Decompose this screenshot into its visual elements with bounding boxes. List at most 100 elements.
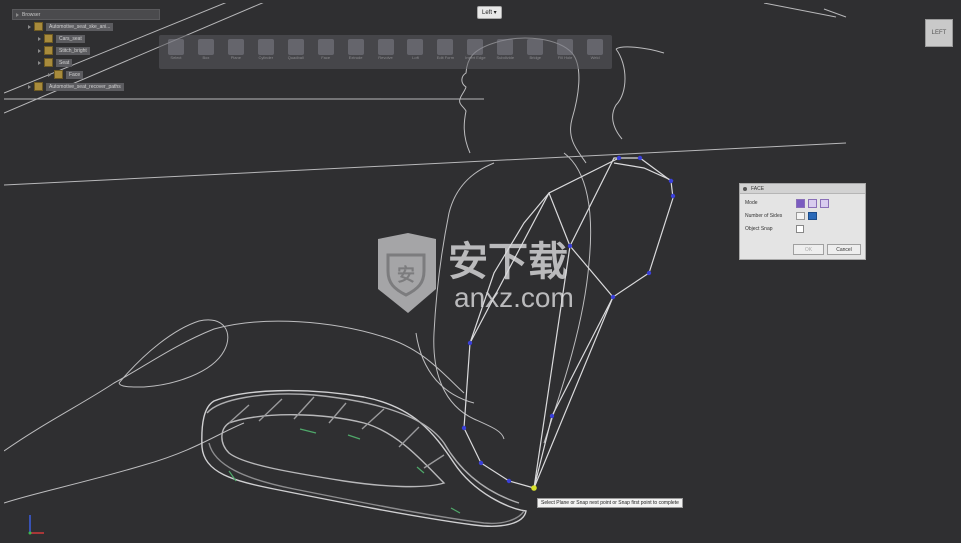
snap-row: Object Snap bbox=[745, 224, 804, 234]
subdivide-icon bbox=[497, 39, 514, 55]
axis-triad bbox=[28, 515, 44, 535]
tool-label: Box bbox=[202, 55, 210, 60]
browser-node[interactable]: Cars_seat bbox=[12, 33, 160, 44]
stitch-line bbox=[450, 507, 461, 514]
tool-quadball-button[interactable]: Quadball bbox=[282, 37, 310, 67]
component-icon bbox=[34, 22, 43, 31]
stitch-line bbox=[299, 428, 317, 434]
viewcube-label: LEFT bbox=[931, 30, 947, 36]
control-point[interactable] bbox=[610, 294, 616, 300]
watermark-en: anxz.com bbox=[454, 282, 574, 313]
weld-icon bbox=[587, 39, 604, 55]
silhouette-thigh bbox=[4, 320, 465, 452]
tool-label: Plane bbox=[230, 55, 241, 60]
tool-bridge-button[interactable]: Bridge bbox=[521, 37, 549, 67]
mode-edge-icon[interactable] bbox=[808, 198, 817, 208]
control-point[interactable] bbox=[670, 193, 676, 199]
tool-label: Quadball bbox=[287, 55, 304, 60]
insert-edge-icon bbox=[467, 39, 484, 55]
expand-icon[interactable] bbox=[38, 36, 41, 41]
face-icon bbox=[317, 39, 334, 55]
mode-label: Mode bbox=[745, 200, 758, 206]
tool-weld-button[interactable]: Weld bbox=[581, 37, 609, 67]
quadball-icon bbox=[287, 39, 304, 55]
four-sides-icon[interactable] bbox=[796, 212, 805, 220]
box-icon bbox=[197, 39, 214, 55]
ok-button[interactable]: OK bbox=[793, 244, 824, 255]
control-point[interactable] bbox=[616, 155, 622, 161]
tool-label: Loft bbox=[412, 55, 419, 60]
tool-label: Fill Hole bbox=[557, 55, 573, 60]
folder-icon bbox=[44, 34, 53, 43]
control-point[interactable] bbox=[637, 155, 643, 161]
tool-select-button[interactable]: Select bbox=[162, 37, 190, 67]
view-dropdown[interactable]: Left ▾ bbox=[477, 6, 502, 19]
folder-icon bbox=[44, 46, 53, 55]
browser-node[interactable]: Automotive_seat_recover_paths bbox=[12, 81, 160, 92]
viewcube[interactable]: LEFT bbox=[925, 19, 953, 47]
object-snap-checkbox[interactable] bbox=[796, 225, 804, 233]
tool-face-button[interactable]: Face bbox=[312, 37, 340, 67]
cushion-rim bbox=[206, 393, 520, 504]
watermark: 安 安下载 anxz.com bbox=[374, 231, 590, 315]
control-point[interactable] bbox=[461, 425, 467, 431]
reference-line bbox=[4, 142, 847, 186]
expand-icon[interactable] bbox=[38, 48, 41, 53]
backrest-outline-front bbox=[463, 157, 674, 489]
tool-label: Cylinder bbox=[258, 55, 274, 60]
browser-node[interactable]: Face bbox=[12, 69, 160, 80]
expand-icon[interactable] bbox=[28, 84, 31, 89]
bridge-icon bbox=[527, 39, 544, 55]
control-point[interactable] bbox=[467, 340, 473, 346]
reference-line bbox=[763, 3, 837, 18]
tool-cylinder-button[interactable]: Cylinder bbox=[252, 37, 280, 67]
folder-icon bbox=[54, 70, 63, 79]
stitch-line bbox=[347, 434, 361, 440]
canvas-viewport[interactable]: 安 安下载 anxz.com Browser Automotive_seat_s… bbox=[4, 3, 957, 540]
control-point[interactable] bbox=[478, 460, 484, 466]
tool-label: Revolve bbox=[378, 55, 393, 60]
tool-edit-form-button[interactable]: Edit Form bbox=[431, 37, 459, 67]
browser-node[interactable]: Stitch_bright bbox=[12, 45, 160, 56]
cushion-inner bbox=[221, 414, 446, 488]
control-point[interactable] bbox=[506, 478, 512, 484]
tool-insert-edge-button[interactable]: Insert Edge bbox=[461, 37, 489, 67]
snap-label: Object Snap bbox=[745, 226, 773, 232]
backrest-frame bbox=[463, 157, 674, 489]
tool-extrude-button[interactable]: Extrude bbox=[342, 37, 370, 67]
cancel-button[interactable]: Cancel bbox=[827, 244, 861, 255]
expand-icon[interactable] bbox=[38, 60, 41, 65]
active-snap-point[interactable] bbox=[531, 485, 537, 491]
tool-plane-button[interactable]: Plane bbox=[222, 37, 250, 67]
control-point[interactable] bbox=[668, 178, 674, 184]
tool-subdivide-button[interactable]: Subdivide bbox=[491, 37, 519, 67]
control-point[interactable] bbox=[549, 413, 555, 419]
tool-fill-hole-button[interactable]: Fill Hole bbox=[551, 37, 579, 67]
control-point[interactable] bbox=[646, 270, 652, 276]
multi-sides-icon[interactable] bbox=[808, 212, 817, 220]
tool-box-button[interactable]: Box bbox=[192, 37, 220, 67]
sketch-icon bbox=[34, 82, 43, 91]
dialog-title: FACE bbox=[751, 185, 765, 192]
toolbar: Select Box Plane Cylinder Quadball Face Extrud… bbox=[159, 35, 612, 69]
stitch-line bbox=[416, 466, 425, 474]
expand-icon[interactable] bbox=[16, 12, 19, 17]
browser-header[interactable]: Browser bbox=[12, 9, 160, 20]
mode-simple-icon[interactable] bbox=[796, 198, 805, 208]
browser-panel: Browser Automotive_seat_ske_ani... Cars_… bbox=[12, 9, 160, 92]
tool-label: Face bbox=[321, 55, 331, 60]
folder-icon bbox=[44, 58, 53, 67]
mode-row: Mode bbox=[745, 198, 829, 208]
browser-title: Browser bbox=[22, 11, 41, 18]
tool-revolve-button[interactable]: Revolve bbox=[372, 37, 400, 67]
tooltip-text: Select Plane or Snap next point or Snap … bbox=[541, 500, 679, 506]
expand-icon[interactable] bbox=[28, 24, 31, 29]
browser-node[interactable]: Seat bbox=[12, 57, 160, 68]
expand-icon[interactable] bbox=[48, 72, 51, 77]
backrest-top bbox=[613, 162, 674, 182]
browser-node[interactable]: Automotive_seat_ske_ani... bbox=[12, 21, 160, 32]
edit-form-icon bbox=[437, 39, 454, 55]
dialog-titlebar[interactable]: FACE bbox=[740, 184, 865, 194]
mode-multiple-icon[interactable] bbox=[820, 198, 829, 208]
tool-loft-button[interactable]: Loft bbox=[402, 37, 430, 67]
